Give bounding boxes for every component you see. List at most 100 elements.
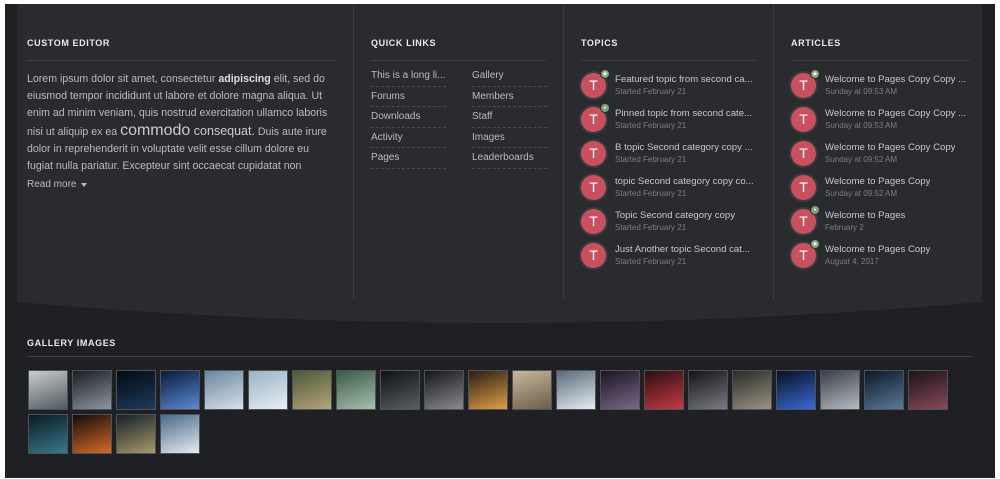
widgets-panel: CUSTOM EDITOR Lorem ipsum dolor sit amet… — [17, 4, 982, 301]
gallery-thumb-rock-arch[interactable] — [424, 370, 464, 410]
gallery-thumb-crimson-spires[interactable] — [908, 370, 948, 410]
article-item[interactable]: T Welcome to Pages Copy Copy ... Sunday at… — [791, 102, 970, 136]
gallery-thumb-snowy-village[interactable] — [204, 370, 244, 410]
quick-link[interactable]: Leaderboards — [472, 148, 547, 169]
topic-item[interactable]: Ttopic Second category copy co... Started… — [581, 170, 756, 204]
avatar-letter: T — [589, 145, 598, 161]
gallery-thumb-winter-peaks[interactable] — [248, 370, 288, 410]
item-title-link[interactable]: Welcome to Pages Copy Copy ... — [825, 108, 966, 119]
avatar[interactable]: T — [791, 140, 816, 166]
gallery-thumb-green-valley[interactable] — [336, 370, 376, 410]
topic-item[interactable]: T Topic Second category copy Started Febru… — [581, 204, 756, 238]
quick-link[interactable]: Downloads — [371, 107, 446, 128]
item-title-link[interactable]: topic Second category copy co... — [615, 176, 754, 187]
item-title-link[interactable]: B topic Second category copy ... — [615, 142, 753, 153]
gallery-thumb-red-market[interactable] — [644, 370, 684, 410]
quick-link[interactable]: Forums — [371, 87, 446, 107]
articles-widget: ARTICLES T ★ Welcome to Pages Copy Copy ..… — [773, 4, 982, 301]
gallery-thumb-grey-towers[interactable] — [820, 370, 860, 410]
quick-link[interactable]: Members — [472, 87, 547, 107]
avatar[interactable]: T • — [791, 204, 820, 234]
item-title-link[interactable]: Welcome to Pages Copy — [825, 244, 930, 255]
gallery-thumb-ruined-temple[interactable] — [732, 370, 772, 410]
avatar[interactable]: T — [581, 242, 606, 268]
gallery-thumb-dark-figure[interactable] — [380, 370, 420, 410]
item-date: Started February 21 — [615, 87, 687, 96]
avatar[interactable]: T — [791, 106, 816, 132]
item-meta: Pinned topic from second cate... Started … — [615, 108, 752, 130]
topic-item[interactable]: T B topic Second category copy ... Started… — [581, 136, 756, 170]
read-more-label: Read more — [27, 179, 77, 190]
avatar-letter: T — [799, 179, 808, 195]
item-date: Sunday at 09:52 AM — [825, 189, 898, 198]
topics-title: TOPICS — [581, 4, 756, 61]
quick-links-widget: QUICK LINKS This is a long li... Gallery F… — [353, 4, 563, 301]
gallery-thumb-misty-landscape[interactable] — [28, 370, 68, 410]
gallery-thumb-lantern-bokeh[interactable] — [72, 414, 112, 454]
item-meta: Welcome to Pages Copy Copy ... Sunday at … — [825, 74, 966, 96]
quick-link[interactable]: Gallery — [472, 66, 547, 87]
item-date: Sunday at 09:52 AM — [825, 155, 898, 164]
article-item[interactable]: T Welcome to Pages Copy Sunday at 09:52 AM — [791, 170, 970, 204]
gallery-thumb-sunset-battle[interactable] — [468, 370, 508, 410]
gallery-thumb-mossy-ruins[interactable] — [292, 370, 332, 410]
gallery-thumb-mountain-pass[interactable] — [556, 370, 596, 410]
gallery-thumb-purple-city[interactable] — [600, 370, 640, 410]
quick-link[interactable]: This is a long li... — [371, 66, 446, 87]
custom-editor-text: Lorem ipsum dolor sit amet, consectetur … — [27, 71, 337, 175]
featured-star-icon: ★ — [810, 238, 820, 249]
topic-item[interactable]: T • Pinned topic from second cate... Starte… — [581, 102, 756, 136]
editor-large-text: commodo — [120, 122, 191, 139]
avatar[interactable]: T ★ — [581, 68, 610, 98]
item-meta: Welcome to Pages Copy August 4, 2017 — [825, 244, 930, 266]
gallery-thumb-blue-planet[interactable] — [160, 370, 200, 410]
avatar[interactable]: T — [791, 174, 816, 200]
quick-link[interactable]: Staff — [472, 107, 547, 128]
editor-text-part: nisi ut aliquip ex ea — [27, 126, 121, 138]
article-item[interactable]: T ★ Welcome to Pages Copy August 4, 2017 — [791, 238, 970, 272]
item-title-link[interactable]: Welcome to Pages Copy Copy — [825, 142, 955, 153]
item-title-link[interactable]: Welcome to Pages Copy Copy ... — [825, 74, 966, 85]
editor-large-text: consequat. — [190, 124, 255, 138]
article-item[interactable]: T ★ Welcome to Pages Copy Copy ... Sunday a… — [791, 68, 970, 102]
avatar-letter: T — [589, 179, 598, 195]
item-title-link[interactable]: Just Another topic Second cat... — [615, 244, 750, 255]
topics-list: T ★ Featured topic from second ca... Starte… — [581, 68, 756, 272]
topic-item[interactable]: T Just Another topic Second cat... Started… — [581, 238, 756, 272]
article-item[interactable]: T • Welcome to Pages February 2 — [791, 204, 970, 238]
gallery-thumb-dragon-sky[interactable] — [116, 414, 156, 454]
avatar[interactable]: T — [581, 208, 606, 234]
avatar[interactable]: T — [581, 174, 606, 200]
avatar[interactable]: T ★ — [791, 238, 820, 268]
gallery-thumb-alpine-lake[interactable] — [160, 414, 200, 454]
gallery-thumb-beige-desert[interactable] — [512, 370, 552, 410]
item-meta: Welcome to Pages February 2 — [825, 210, 905, 232]
gallery-thumb-blue-crystal[interactable] — [776, 370, 816, 410]
read-more-button[interactable]: Read more — [27, 179, 337, 190]
topic-item[interactable]: T ★ Featured topic from second ca... Starte… — [581, 68, 756, 102]
item-title-link[interactable]: Pinned topic from second cate... — [615, 108, 752, 119]
avatar-letter: T — [589, 77, 598, 93]
featured-star-icon: ★ — [600, 68, 610, 79]
avatar[interactable]: T — [581, 140, 606, 166]
quick-link[interactable]: Images — [472, 128, 547, 148]
quick-link[interactable]: Activity — [371, 128, 446, 148]
item-title-link[interactable]: Welcome to Pages Copy — [825, 176, 930, 187]
gallery-thumb-teal-beast[interactable] — [28, 414, 68, 454]
gallery-thumb-storm-giant[interactable] — [864, 370, 904, 410]
avatar-letter: T — [589, 213, 598, 229]
caret-down-icon — [81, 182, 88, 187]
item-title-link[interactable]: Topic Second category copy — [615, 210, 735, 221]
avatar-letter: T — [799, 145, 808, 161]
gallery-thumb-dark-castle[interactable] — [688, 370, 728, 410]
quick-link[interactable]: Pages — [371, 148, 446, 169]
item-date: Started February 21 — [615, 257, 687, 266]
avatar-letter: T — [799, 213, 808, 229]
item-title-link[interactable]: Welcome to Pages — [825, 210, 905, 221]
avatar[interactable]: T • — [581, 102, 610, 132]
gallery-thumb-dark-mountain[interactable] — [72, 370, 112, 410]
item-title-link[interactable]: Featured topic from second ca... — [615, 74, 753, 85]
article-item[interactable]: T Welcome to Pages Copy Copy Sunday at 09:… — [791, 136, 970, 170]
avatar[interactable]: T ★ — [791, 68, 820, 98]
gallery-thumb-night-city[interactable] — [116, 370, 156, 410]
